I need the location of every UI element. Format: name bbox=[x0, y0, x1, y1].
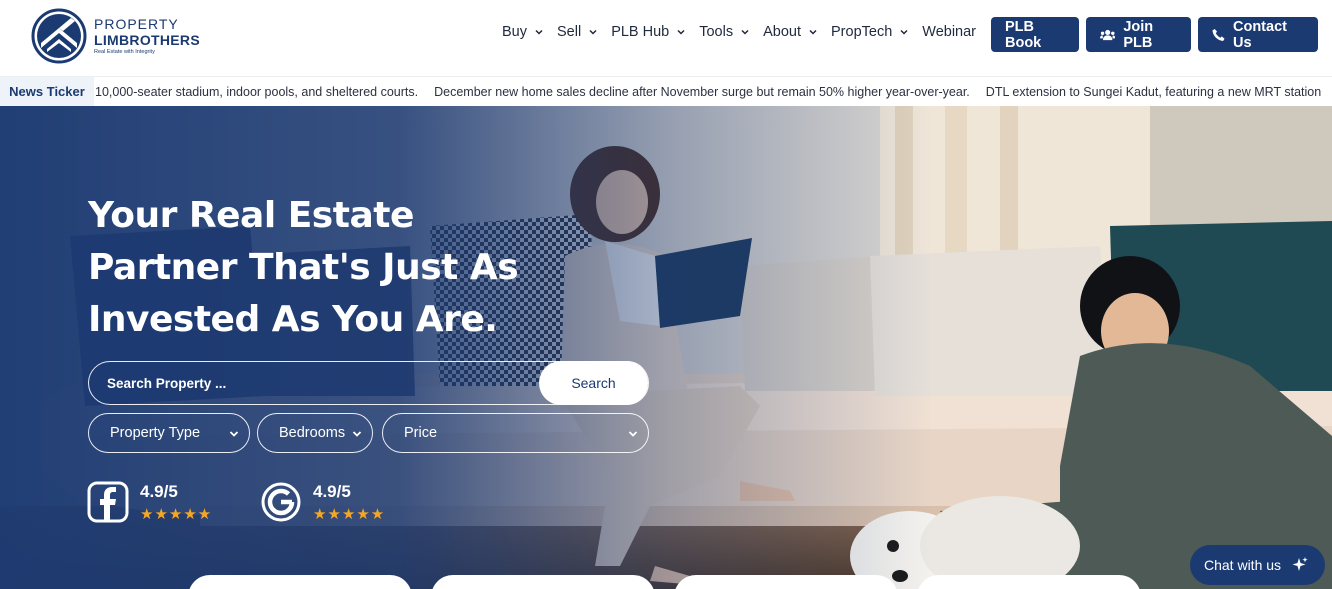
plb-book-button[interactable]: PLB Book bbox=[991, 17, 1079, 52]
feature-card[interactable] bbox=[188, 575, 412, 589]
chevron-down-icon bbox=[741, 29, 749, 35]
filter-label: Property Type bbox=[110, 425, 201, 441]
chat-with-us-button[interactable]: Chat with us bbox=[1190, 545, 1325, 585]
chat-label: Chat with us bbox=[1204, 557, 1282, 573]
button-label: Join PLB bbox=[1123, 18, 1154, 51]
facebook-icon bbox=[87, 481, 129, 523]
chevron-down-icon bbox=[535, 29, 543, 35]
main-nav: Buy Sell PLB Hub Tools About PropTech We… bbox=[502, 24, 976, 40]
ticker-item[interactable]: 10,000-seater stadium, indoor pools, and… bbox=[95, 85, 418, 99]
nav-sell[interactable]: Sell bbox=[557, 24, 597, 40]
rating-stars: ★★★★★ bbox=[140, 505, 213, 523]
bedrooms-select[interactable]: Bedrooms bbox=[257, 413, 373, 453]
header-actions: PLB Book Join PLB Contact Us bbox=[991, 17, 1318, 52]
nav-proptech[interactable]: PropTech bbox=[831, 24, 908, 40]
hero-section: Your Real Estate Partner That's Just As … bbox=[0, 106, 1332, 589]
hero-title-line: Invested As You Are. bbox=[88, 299, 498, 340]
filter-label: Bedrooms bbox=[279, 425, 346, 441]
nav-tools[interactable]: Tools bbox=[699, 24, 749, 40]
chevron-down-icon bbox=[677, 29, 685, 35]
phone-icon bbox=[1212, 28, 1225, 41]
price-select[interactable]: Price bbox=[382, 413, 649, 453]
nav-buy[interactable]: Buy bbox=[502, 24, 543, 40]
nav-about[interactable]: About bbox=[763, 24, 817, 40]
feature-card[interactable] bbox=[917, 575, 1141, 589]
sparkle-icon bbox=[1292, 557, 1308, 571]
chevron-down-icon bbox=[229, 431, 239, 437]
nav-plb-hub[interactable]: PLB Hub bbox=[611, 24, 685, 40]
rating-score: 4.9/5 bbox=[313, 481, 351, 501]
hero-title-line: Your Real Estate bbox=[88, 195, 414, 236]
feature-card[interactable] bbox=[674, 575, 898, 589]
nav-webinar[interactable]: Webinar bbox=[922, 24, 976, 40]
facebook-rating[interactable]: 4.9/5 ★★★★★ bbox=[87, 481, 212, 523]
chevron-down-icon bbox=[628, 431, 638, 437]
search-button[interactable]: Search bbox=[539, 361, 648, 405]
ticker-item[interactable]: December new home sales decline after No… bbox=[434, 85, 970, 99]
chevron-down-icon bbox=[900, 29, 908, 35]
brand-line1: PROPERTY bbox=[94, 15, 179, 32]
property-search-bar: Search bbox=[88, 361, 649, 405]
brand-line2: LIMBROTHERS bbox=[94, 31, 200, 48]
nav-label: PropTech bbox=[831, 24, 893, 40]
rating-stars: ★★★★★ bbox=[313, 505, 386, 523]
chevron-down-icon bbox=[352, 431, 362, 437]
brand-tagline: Real Estate with Integrity bbox=[94, 48, 155, 55]
nav-label: Buy bbox=[502, 24, 527, 40]
news-ticker: News Ticker 10,000-seater stadium, indoo… bbox=[0, 76, 1332, 106]
logo-mark-icon bbox=[31, 8, 87, 64]
site-header: PROPERTY LIMBROTHERS Real Estate with In… bbox=[0, 0, 1332, 76]
users-icon bbox=[1100, 29, 1116, 40]
button-label: Contact Us bbox=[1232, 18, 1287, 51]
nav-label: Webinar bbox=[922, 24, 976, 40]
filter-label: Price bbox=[404, 425, 438, 441]
chevron-down-icon bbox=[589, 29, 597, 35]
contact-us-button[interactable]: Contact Us bbox=[1198, 17, 1318, 52]
brand-logo[interactable]: PROPERTY LIMBROTHERS Real Estate with In… bbox=[31, 8, 200, 64]
hero-title: Your Real Estate Partner That's Just As … bbox=[88, 190, 558, 346]
ticker-label: News Ticker bbox=[0, 77, 94, 106]
nav-label: PLB Hub bbox=[611, 24, 670, 40]
nav-label: About bbox=[763, 24, 801, 40]
join-plb-button[interactable]: Join PLB bbox=[1086, 17, 1191, 52]
chevron-down-icon bbox=[809, 29, 817, 35]
property-type-select[interactable]: Property Type bbox=[88, 413, 250, 453]
nav-label: Sell bbox=[557, 24, 582, 40]
feature-card[interactable] bbox=[431, 575, 655, 589]
rating-score: 4.9/5 bbox=[140, 481, 178, 501]
ticker-track: 10,000-seater stadium, indoor pools, and… bbox=[95, 77, 1332, 106]
button-label: PLB Book bbox=[1005, 18, 1042, 51]
google-rating[interactable]: 4.9/5 ★★★★★ bbox=[260, 481, 385, 523]
google-icon bbox=[261, 482, 301, 522]
ticker-item[interactable]: DTL extension to Sungei Kadut, featuring… bbox=[986, 85, 1321, 99]
search-input[interactable] bbox=[107, 362, 527, 404]
nav-label: Tools bbox=[699, 24, 734, 40]
hero-title-line: Partner That's Just As bbox=[88, 247, 519, 288]
